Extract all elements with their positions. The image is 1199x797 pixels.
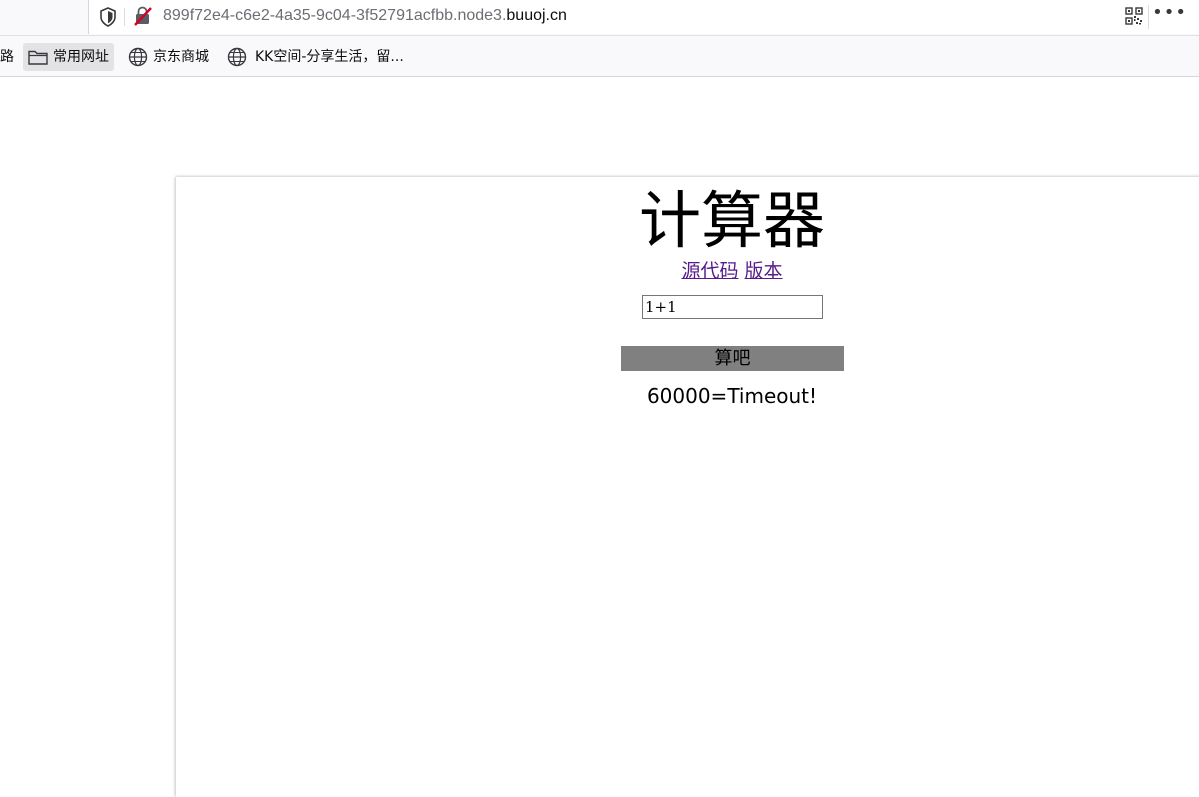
expression-input[interactable] xyxy=(642,295,823,319)
header-links: 源代码 版本 xyxy=(0,258,1199,284)
bookmark-truncated-item[interactable]: 路 xyxy=(0,43,14,71)
result-text: 60000=Timeout! xyxy=(646,384,818,408)
bookmark-kk-space[interactable]: KK空间-分享生活，留... xyxy=(227,43,404,71)
source-code-link[interactable]: 源代码 xyxy=(681,260,738,282)
calculate-button[interactable]: 算吧 xyxy=(621,346,844,371)
url-subdomain: 899f72e4-c6e2-4a35-9c04-3f52791acfbb.nod… xyxy=(163,7,507,24)
toolbar-left-area xyxy=(0,0,89,34)
qr-code-icon[interactable] xyxy=(1125,7,1143,25)
url-host: buuoj.cn xyxy=(506,7,567,24)
bookmark-label: KK空间-分享生活，留... xyxy=(255,49,404,65)
browser-toolbar: 899f72e4-c6e2-4a35-9c04-3f52791acfbb.nod… xyxy=(0,0,1199,36)
version-link[interactable]: 版本 xyxy=(745,260,783,282)
bookmark-label: 京东商城 xyxy=(153,49,209,65)
page-actions-more-icon[interactable]: ••• xyxy=(1152,2,1187,23)
bookmark-jd-mall[interactable]: 京东商城 xyxy=(128,43,209,71)
tracking-protection-shield-icon[interactable] xyxy=(99,7,117,27)
address-bar-separator xyxy=(124,8,125,26)
bookmark-label: 常用网址 xyxy=(53,49,109,65)
globe-icon xyxy=(128,47,148,67)
bookmarks-toolbar: 路 常用网址 京东商城 KK空间-分享生活，留... xyxy=(0,36,1199,77)
address-bar[interactable]: 899f72e4-c6e2-4a35-9c04-3f52791acfbb.nod… xyxy=(89,0,1199,34)
page-title: 计算器 xyxy=(638,184,825,257)
toolbar-separator xyxy=(1148,5,1149,29)
folder-icon xyxy=(28,50,48,65)
insecure-connection-lock-icon[interactable] xyxy=(133,6,153,26)
url-text[interactable]: 899f72e4-c6e2-4a35-9c04-3f52791acfbb.nod… xyxy=(163,6,567,26)
globe-icon xyxy=(227,47,247,67)
bookmark-folder-common-sites[interactable]: 常用网址 xyxy=(23,43,114,71)
